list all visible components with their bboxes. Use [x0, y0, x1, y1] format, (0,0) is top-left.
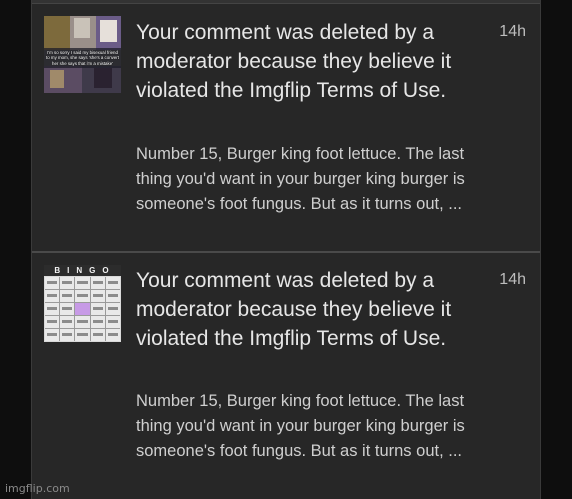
bingo-grid	[45, 277, 120, 341]
notification-snippet: Number 15, Burger king foot lettuce. The…	[136, 145, 465, 213]
bingo-header: BINGO	[44, 265, 121, 276]
notification-snippet: Number 15, Burger king foot lettuce. The…	[136, 392, 465, 460]
imgflip-watermark: imgflip.com	[5, 482, 70, 495]
notification-time: 14h	[499, 271, 526, 288]
notification-title: Your comment was deleted by a moderator …	[136, 269, 452, 350]
bingo-free-space	[75, 303, 90, 315]
notification-item[interactable]: I'm so sorry I said my bisexual friend t…	[32, 0, 540, 251]
notification-thumbnail[interactable]: BINGO	[44, 265, 121, 342]
thumbnail-caption: I'm so sorry I said my bisexual friend t…	[46, 50, 119, 66]
notification-time: 14h	[499, 23, 526, 40]
notification-thumbnail[interactable]: I'm so sorry I said my bisexual friend t…	[44, 16, 121, 93]
notifications-panel: I'm so sorry I said my bisexual friend t…	[31, 0, 541, 499]
notification-item[interactable]: BINGO Your comment was deleted by a mode…	[32, 253, 540, 499]
notification-title: Your comment was deleted by a moderator …	[136, 21, 452, 102]
